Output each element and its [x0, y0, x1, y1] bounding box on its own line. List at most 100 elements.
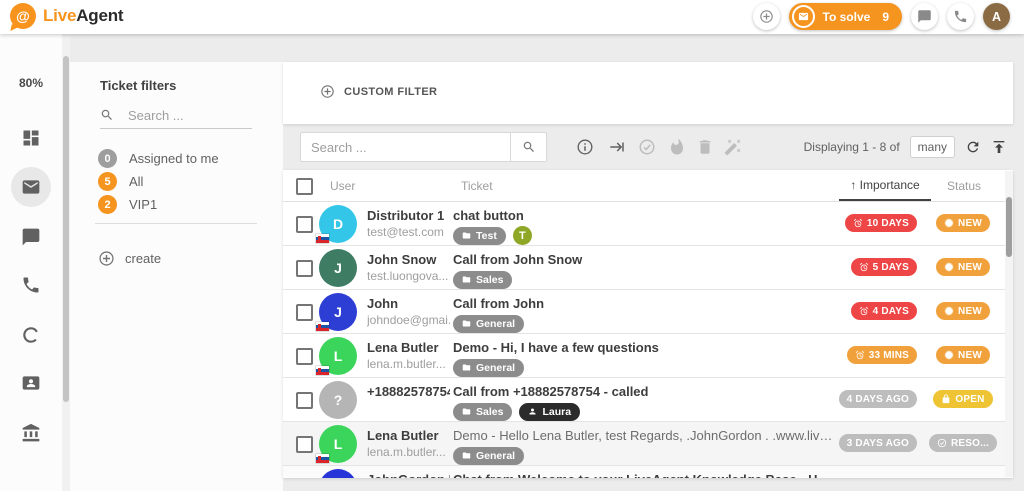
circle-icon: [21, 325, 41, 345]
filter-label: All: [129, 174, 143, 189]
filter-count-badge: 0: [98, 149, 117, 168]
ticket-filters-panel: Ticket filters 0 Assigned to me 5 All 2 …: [70, 62, 283, 491]
custom-filter-label: CUSTOM FILTER: [344, 86, 437, 98]
user-name: John Snow: [367, 252, 450, 267]
slovakia-flag-icon: [316, 322, 329, 331]
arrow-to-top-icon: [991, 139, 1007, 155]
spam-button[interactable]: [668, 138, 686, 156]
table-row[interactable]: ? +18882578754 Call from +18882578754 - …: [283, 378, 1013, 422]
contacts-card-icon: [21, 373, 41, 393]
importance-badge: 4 DAYS AGO: [839, 390, 917, 408]
chats-button[interactable]: [911, 3, 938, 30]
sidebar-item-dashboard[interactable]: [11, 118, 51, 158]
column-user[interactable]: User: [330, 179, 355, 193]
add-button[interactable]: [753, 3, 780, 30]
avatar: ?: [319, 381, 357, 419]
table-row[interactable]: J JohnGordon H... Chat from Welcome to y…: [283, 466, 1013, 478]
bank-icon: [21, 423, 41, 443]
tag-folder: Sales: [453, 271, 512, 289]
rail-scrollbar-thumb[interactable]: [63, 56, 69, 402]
column-importance[interactable]: ↑ Importance: [839, 170, 931, 201]
table-row[interactable]: L Lena Butler lena.m.butler... Demo - He…: [283, 422, 1013, 466]
sidebar-item-company[interactable]: [11, 413, 51, 453]
alarm-icon: [859, 262, 869, 272]
plus-circle-icon: [98, 250, 115, 267]
divider: [95, 223, 257, 224]
filter-search[interactable]: [100, 102, 252, 129]
panel-title: Ticket filters: [100, 78, 176, 93]
alarm-icon: [859, 306, 869, 316]
search-button[interactable]: [510, 133, 546, 161]
count-box[interactable]: many: [910, 136, 955, 158]
row-checkbox[interactable]: [296, 392, 313, 409]
logo-bubble-icon: @: [10, 3, 36, 29]
tag-folder: Test: [453, 227, 506, 245]
refresh-button[interactable]: [965, 139, 981, 155]
folder-icon: [462, 231, 471, 240]
phone-icon: [953, 9, 968, 24]
avatar: J: [319, 249, 357, 287]
status-badge: NEW: [936, 258, 990, 276]
folder-icon: [462, 363, 471, 372]
filter-search-input[interactable]: [126, 107, 242, 124]
nav-rail: 80%: [0, 34, 62, 491]
column-status[interactable]: Status: [929, 179, 999, 193]
importance-badge: 4 DAYS: [851, 302, 917, 320]
check-circle-icon: [638, 138, 656, 156]
sidebar-item-contacts[interactable]: [11, 363, 51, 403]
user-email: test@test.com: [367, 225, 450, 239]
column-ticket[interactable]: Ticket: [461, 179, 493, 193]
alarm-icon: [853, 218, 863, 228]
user-name: JohnGordon H...: [367, 472, 450, 478]
status-badge: OPEN: [933, 390, 992, 408]
info-button[interactable]: [576, 138, 594, 156]
row-checkbox[interactable]: [296, 436, 313, 453]
table-row[interactable]: J John Snow test.luongova... Call from J…: [283, 246, 1013, 290]
to-solve-button[interactable]: To solve 9: [789, 3, 902, 30]
create-filter-button[interactable]: create: [98, 250, 161, 267]
table-scrollbar-thumb[interactable]: [1006, 197, 1012, 257]
user-email: johndoe@gmai...: [367, 313, 450, 327]
scroll-top-button[interactable]: [991, 139, 1007, 155]
user-email: lena.m.butler...: [367, 357, 450, 371]
delete-button[interactable]: [696, 138, 714, 156]
custom-filter-button[interactable]: CUSTOM FILTER: [320, 84, 437, 99]
user-name: Lena Butler: [367, 340, 450, 355]
agent-initial-badge: T: [513, 226, 532, 245]
filter-item[interactable]: 5 All: [98, 171, 268, 192]
status-badge: RESO...: [929, 434, 997, 452]
displaying-text: Displaying 1 - 8 of: [804, 140, 900, 154]
burst-icon: [944, 306, 954, 316]
sidebar-item-social[interactable]: [11, 315, 51, 355]
row-checkbox[interactable]: [296, 304, 313, 321]
table-row[interactable]: J John johndoe@gmai... Call from John Ge…: [283, 290, 1013, 334]
row-checkbox[interactable]: [296, 216, 313, 233]
user-name: +18882578754: [367, 384, 450, 399]
calls-icon: [21, 275, 41, 295]
avatar: D: [319, 205, 357, 243]
sidebar-item-chats[interactable]: [11, 217, 51, 257]
actions-button[interactable]: [724, 138, 742, 156]
calls-button[interactable]: [947, 3, 974, 30]
select-all-checkbox[interactable]: [296, 178, 313, 195]
sidebar-item-tickets[interactable]: [11, 167, 51, 207]
rail-scrollbar[interactable]: [62, 36, 70, 491]
tag-person: Laura: [519, 403, 580, 421]
resolve-button[interactable]: [638, 138, 656, 156]
row-checkbox[interactable]: [296, 260, 313, 277]
table-row[interactable]: L Lena Butler lena.m.butler... Demo - Hi…: [283, 334, 1013, 378]
filter-item[interactable]: 0 Assigned to me: [98, 148, 268, 169]
tag-folder: Sales: [453, 403, 512, 421]
filter-item[interactable]: 2 VIP1: [98, 194, 268, 215]
ticket-subject: Chat from Welcome to your LiveAgent Know…: [453, 472, 835, 478]
ticket-search-input[interactable]: [301, 133, 510, 161]
profile-avatar-button[interactable]: A: [983, 3, 1010, 30]
row-checkbox[interactable]: [296, 348, 313, 365]
sidebar-item-calls[interactable]: [11, 265, 51, 305]
transfer-button[interactable]: [608, 138, 626, 156]
ticket-toolbar: Displaying 1 - 8 of many: [283, 124, 1013, 170]
table-row[interactable]: D Distributor 1 test@test.com chat butto…: [283, 202, 1013, 246]
table-scrollbar[interactable]: [1005, 171, 1013, 477]
plus-circle-icon: [759, 9, 774, 24]
importance-badge: 5 DAYS: [851, 258, 917, 276]
